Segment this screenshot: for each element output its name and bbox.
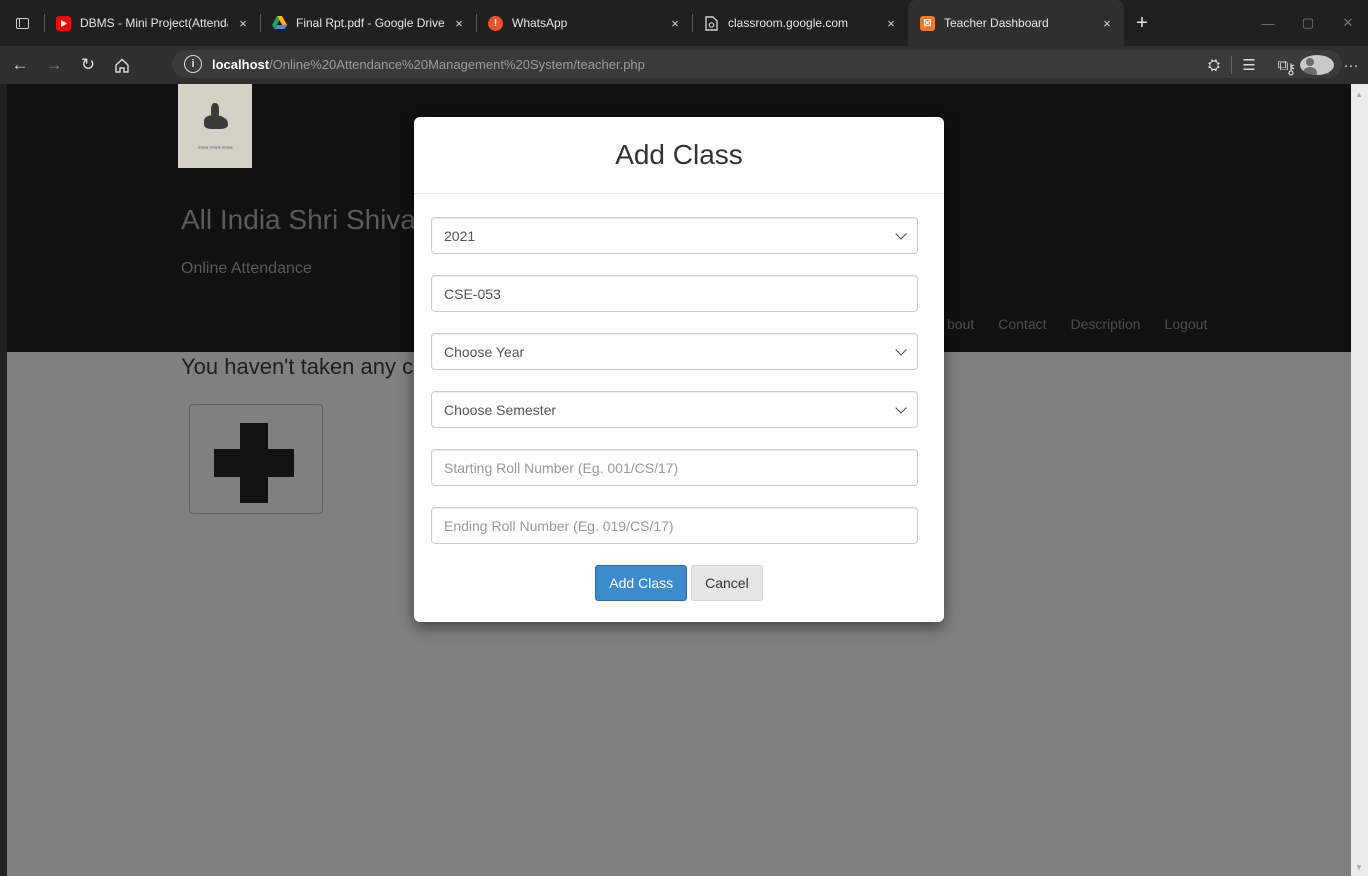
chevron-down-icon — [895, 401, 907, 414]
window-controls: — ▢ ✕ — [1248, 0, 1368, 46]
info-icon[interactable]: i — [184, 55, 202, 73]
browser-toolbar: ← → ↻ i localhost/Online%20Attendance%20… — [0, 46, 1368, 84]
tab-title: WhatsApp — [512, 16, 568, 30]
profile-button[interactable] — [1300, 55, 1334, 75]
nav-contact[interactable]: Contact — [998, 316, 1046, 332]
youtube-icon — [56, 15, 71, 31]
nav-about[interactable]: bout — [947, 316, 974, 332]
home-icon[interactable] — [108, 51, 136, 79]
session-select[interactable]: 2021 — [431, 217, 918, 254]
minimize-icon[interactable]: — — [1248, 0, 1288, 46]
college-logo: जगदम्ब जगदम्ब जगदम्ब — [178, 84, 252, 168]
year-select[interactable]: Choose Year — [431, 333, 918, 370]
tab-title: DBMS - Mini Project(Attendance — [80, 16, 228, 30]
starting-roll-field[interactable] — [431, 449, 918, 486]
tab-teacher-dashboard[interactable]: ☒ Teacher Dashboard × — [908, 0, 1124, 46]
add-class-modal: Add Class 2021 Choose Year Choose Semest… — [414, 117, 944, 622]
page-icon — [704, 15, 719, 31]
url-host: localhost — [212, 56, 270, 72]
tab-title: classroom.google.com — [728, 16, 849, 30]
session-value: 2021 — [444, 227, 476, 244]
site-subtitle: Online Attendance — [181, 260, 312, 277]
semester-select[interactable]: Choose Semester — [431, 391, 918, 428]
modal-header: Add Class — [414, 117, 944, 194]
shivaji-statue-icon — [202, 101, 228, 141]
modal-title: Add Class — [615, 139, 743, 170]
chevron-down-icon — [895, 343, 907, 356]
empty-classes-message: You haven't taken any cl — [181, 354, 419, 379]
close-icon[interactable]: × — [452, 16, 466, 31]
starting-roll-input[interactable] — [444, 459, 905, 476]
toolbar-actions: ⛭ ☰ ⧉ ··· — [1197, 46, 1368, 84]
semester-value: Choose Semester — [444, 401, 557, 418]
scroll-down-icon[interactable]: ▼ — [1355, 863, 1363, 872]
add-class-button[interactable]: Add Class — [595, 565, 688, 601]
browser-tab-bar: DBMS - Mini Project(Attendance × Final R… — [0, 0, 1368, 46]
page-scrollbar[interactable]: ▲ ▼ — [1351, 84, 1368, 876]
extensions-icon[interactable]: ⛭ — [1197, 57, 1231, 74]
ending-roll-input[interactable] — [444, 517, 905, 534]
tab-title: Teacher Dashboard — [944, 16, 1049, 30]
more-icon[interactable]: ··· — [1334, 57, 1368, 74]
refresh-icon[interactable]: ↻ — [74, 51, 102, 79]
address-bar[interactable]: i localhost/Online%20Attendance%20Manage… — [172, 50, 1342, 78]
whatsapp-icon: ! — [488, 15, 503, 31]
tab-whatsapp[interactable]: ! WhatsApp × — [476, 0, 692, 46]
tab-actions-button[interactable] — [0, 0, 44, 46]
forward-icon[interactable]: → — [40, 51, 68, 79]
chevron-down-icon — [895, 227, 907, 240]
close-icon[interactable]: × — [884, 16, 898, 31]
favorites-icon[interactable]: ☰ — [1232, 56, 1266, 74]
cancel-button[interactable]: Cancel — [691, 565, 763, 601]
logo-motto: जगदम्ब जगदम्ब जगदम्ब — [197, 145, 233, 150]
url-path: /Online%20Attendance%20Management%20Syst… — [269, 56, 645, 72]
close-icon[interactable]: × — [1100, 16, 1114, 31]
course-field[interactable] — [431, 275, 918, 312]
tab-google-drive[interactable]: Final Rpt.pdf - Google Drive × — [260, 0, 476, 46]
new-tab-button[interactable]: + — [1124, 12, 1160, 35]
tab-classroom[interactable]: classroom.google.com × — [692, 0, 908, 46]
year-value: Choose Year — [444, 343, 525, 360]
restore-icon[interactable]: ▢ — [1288, 0, 1328, 46]
site-nav: bout Contact Description Logout — [947, 316, 1231, 332]
nav-description[interactable]: Description — [1071, 316, 1141, 332]
nav-logout[interactable]: Logout — [1165, 316, 1208, 332]
url-text: localhost/Online%20Attendance%20Manageme… — [212, 57, 645, 72]
avatar — [1300, 55, 1334, 75]
google-drive-icon — [272, 16, 287, 31]
course-input[interactable] — [444, 285, 905, 302]
close-icon[interactable]: × — [236, 16, 250, 31]
ending-roll-field[interactable] — [431, 507, 918, 544]
scroll-up-icon[interactable]: ▲ — [1355, 90, 1363, 99]
back-icon[interactable]: ← — [6, 51, 34, 79]
modal-actions: Add Class Cancel — [414, 565, 944, 601]
collections-icon[interactable]: ⧉ — [1266, 57, 1300, 74]
close-icon[interactable]: × — [668, 16, 682, 31]
tab-actions-icon — [15, 17, 29, 29]
close-window-icon[interactable]: ✕ — [1328, 0, 1368, 46]
tab-youtube[interactable]: DBMS - Mini Project(Attendance × — [44, 0, 260, 46]
xampp-icon: ☒ — [920, 15, 935, 31]
tab-title: Final Rpt.pdf - Google Drive — [296, 16, 444, 30]
add-class-tile[interactable] — [189, 404, 323, 514]
